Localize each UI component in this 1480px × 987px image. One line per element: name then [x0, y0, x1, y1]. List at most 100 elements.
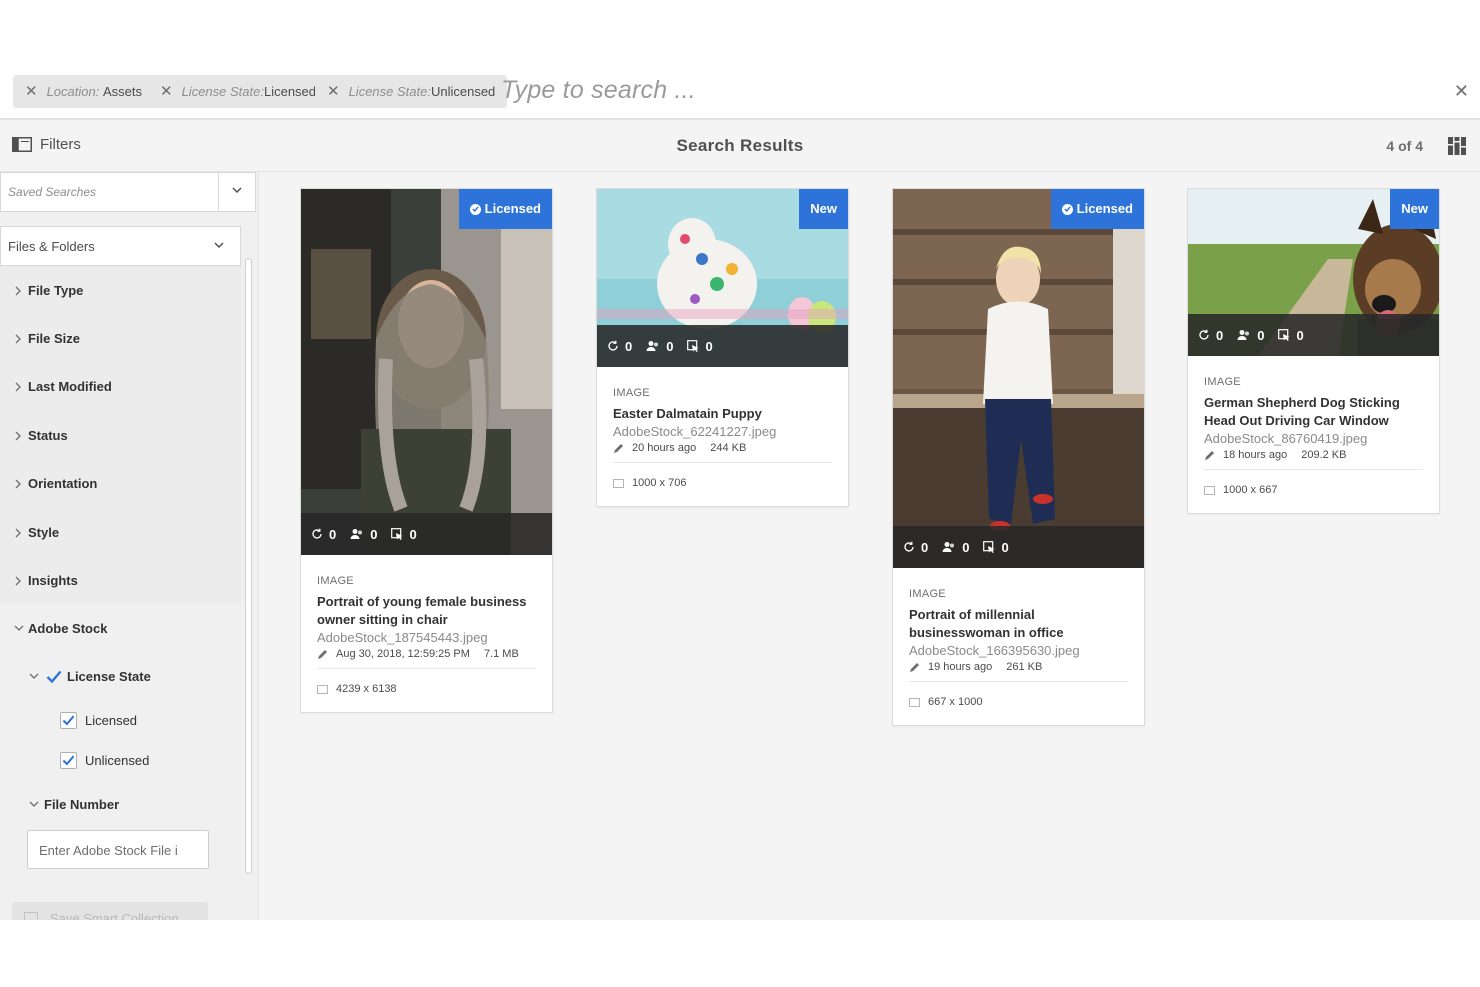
refresh-icon: [608, 340, 618, 351]
cursor-icon: [391, 528, 403, 540]
asset-thumbnail[interactable]: New 0 0 0: [597, 189, 848, 367]
pencil-icon: [1205, 450, 1214, 460]
tag-value: Licensed: [263, 84, 317, 99]
stat-reviewers: 0: [942, 540, 969, 555]
asset-thumbnail[interactable]: New 0 0 0: [1188, 189, 1439, 356]
divider: [218, 173, 219, 211]
cursor-icon: [687, 340, 699, 352]
stat-sync: 0: [1198, 328, 1223, 343]
facet-insights[interactable]: Insights: [14, 573, 78, 588]
page-title: Search Results: [676, 136, 804, 155]
asset-thumbnail[interactable]: Licensed 0 0 0: [893, 189, 1144, 568]
files-folders-select[interactable]: Files & Folders: [0, 226, 241, 266]
facet-file-size[interactable]: File Size: [14, 331, 80, 346]
asset-type: IMAGE: [317, 575, 354, 587]
chevron-right-icon: [15, 479, 21, 488]
close-search-icon[interactable]: ✕: [1454, 81, 1469, 102]
users-icon: [942, 542, 955, 552]
facet-label: File Size: [28, 331, 81, 346]
card-view-icon[interactable]: [1448, 137, 1466, 160]
stat-clicks: 0: [687, 339, 713, 354]
file-number-group[interactable]: File Number: [29, 797, 119, 812]
asset-modified: 19 hours ago: [928, 661, 993, 673]
remove-tag-icon[interactable]: ✕: [25, 75, 38, 108]
facet-file-type[interactable]: File Type: [14, 283, 83, 298]
license-state-group[interactable]: License State: [29, 668, 151, 685]
asset-stats-bar: 0 0 0: [893, 526, 1144, 568]
licensed-checkbox[interactable]: [60, 712, 77, 729]
asset-thumbnail[interactable]: Licensed 0 0 0: [301, 189, 552, 555]
facet-orientation[interactable]: Orientation: [14, 476, 97, 491]
saved-searches-select[interactable]: Saved Searches: [0, 172, 256, 212]
refresh-icon: [1199, 329, 1209, 340]
search-input[interactable]: Type to search ...: [501, 76, 696, 105]
results-toolbar: Filters Search Results 4 of 4: [0, 120, 1480, 172]
asset-title[interactable]: Easter Dalmatain Puppy: [613, 405, 832, 423]
cursor-icon: [1278, 329, 1290, 341]
asset-info: Aug 30, 2018, 12:59:25 PM 7.1 MB: [317, 648, 536, 660]
asset-size: 244 KB: [710, 442, 747, 454]
facet-label: Last Modified: [28, 379, 112, 394]
license-state-checkbox[interactable]: [45, 668, 62, 685]
save-smart-collection-button[interactable]: Save Smart Collection: [12, 902, 208, 920]
asset-dimensions: 667 x 1000: [909, 696, 1128, 725]
refresh-icon: [312, 528, 322, 539]
asset-size: 261 KB: [1006, 661, 1043, 673]
pencil-icon: [318, 649, 327, 659]
remove-tag-icon[interactable]: ✕: [160, 75, 173, 108]
facet-label: Insights: [28, 573, 78, 588]
facet-style[interactable]: Style: [14, 525, 59, 540]
asset-filename: AdobeStock_187545443.jpeg: [317, 630, 488, 645]
check-circle-icon: [469, 203, 481, 215]
chevron-down-icon[interactable]: [213, 239, 225, 251]
asset-title[interactable]: German Shepherd Dog Sticking Head Out Dr…: [1204, 394, 1423, 430]
asset-meta: IMAGE German Shepherd Dog Sticking Head …: [1188, 356, 1439, 513]
asset-card[interactable]: New 0 0 0 IMAGE German Shepherd Dog Stic…: [1187, 188, 1440, 514]
asset-type: IMAGE: [1204, 376, 1241, 388]
search-tag-license-unlicensed[interactable]: ✕ License State: Unlicensed: [315, 75, 508, 108]
chevron-down-icon: [14, 625, 24, 631]
asset-title[interactable]: Portrait of young female business owner …: [317, 593, 536, 629]
facet-adobe-stock[interactable]: Adobe Stock: [14, 621, 107, 636]
asset-card[interactable]: Licensed 0 0 0 IMAGE Portrait of millenn…: [892, 188, 1145, 726]
chevron-down-icon[interactable]: [29, 672, 43, 682]
unlicensed-option[interactable]: Unlicensed: [60, 752, 149, 769]
stat-sync: 0: [311, 527, 336, 542]
stat-clicks: 0: [1278, 328, 1304, 343]
dimensions-icon: [317, 684, 328, 694]
checkmark-icon: [46, 670, 61, 683]
licensed-label: Licensed: [85, 713, 138, 728]
search-tag-license-licensed[interactable]: ✕ License State: Licensed: [148, 75, 329, 108]
dimensions-value: 1000 x 706: [632, 477, 687, 489]
asset-meta: IMAGE Easter Dalmatain Puppy AdobeStock_…: [597, 367, 848, 506]
search-tag-location[interactable]: ✕ Location: Assets: [13, 75, 154, 108]
sidebar-scrollbar[interactable]: [245, 258, 252, 874]
stat-clicks: 0: [391, 527, 417, 542]
facet-label: File Type: [28, 283, 84, 298]
facet-label: Status: [28, 428, 68, 443]
divider: [613, 462, 832, 463]
dimensions-value: 4239 x 6138: [336, 683, 397, 695]
facet-label: Style: [28, 525, 60, 540]
licensed-option[interactable]: Licensed: [60, 712, 137, 729]
asset-info: 18 hours ago 209.2 KB: [1204, 449, 1423, 461]
file-number-input[interactable]: Enter Adobe Stock File i: [27, 830, 209, 869]
unlicensed-checkbox[interactable]: [60, 752, 77, 769]
checkmark-icon: [62, 715, 75, 726]
users-icon: [646, 341, 659, 351]
remove-tag-icon[interactable]: ✕: [327, 75, 340, 108]
photo-portrait-woman: [301, 189, 552, 555]
facet-status[interactable]: Status: [14, 428, 68, 443]
chevron-down-icon[interactable]: [231, 184, 243, 196]
asset-card[interactable]: New 0 0 0 IMAGE Easter Dalmatain Puppy A…: [596, 188, 849, 507]
new-badge: New: [799, 189, 848, 229]
tag-key: Location:: [46, 84, 100, 99]
facet-label: Adobe Stock: [28, 621, 108, 636]
chevron-right-icon: [15, 528, 21, 537]
facet-last-modified[interactable]: Last Modified: [14, 379, 112, 394]
asset-title[interactable]: Portrait of millennial businesswoman in …: [909, 606, 1128, 642]
users-icon: [350, 529, 363, 539]
save-smart-collection-label: Save Smart Collection: [50, 911, 179, 920]
asset-card[interactable]: Licensed 0 0 0 IMAGE Portrait of young f…: [300, 188, 553, 713]
chevron-down-icon[interactable]: [29, 800, 43, 810]
